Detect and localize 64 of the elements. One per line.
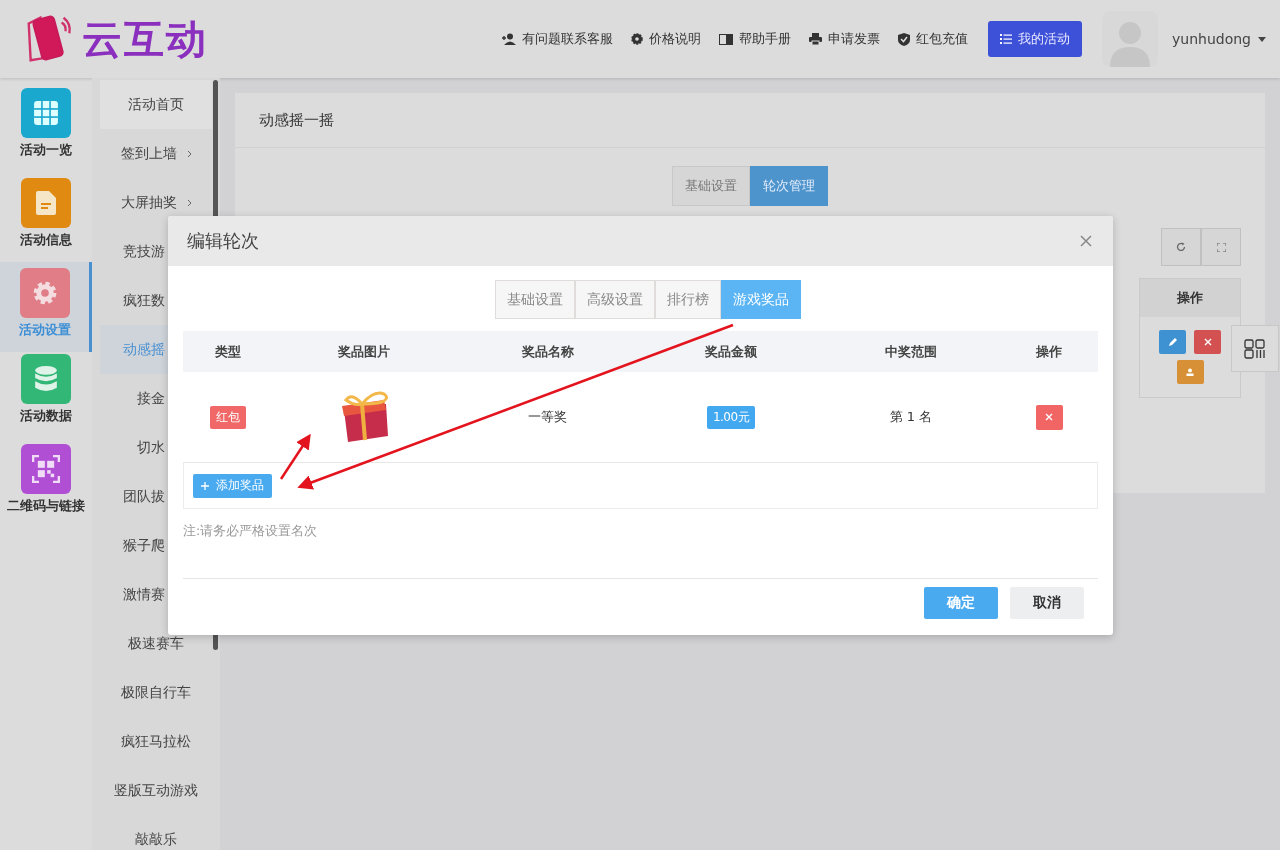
submenu-item[interactable]: 签到上墙 (100, 129, 212, 178)
menu-icon (21, 354, 71, 404)
refresh-icon (1176, 242, 1186, 252)
column-header: 操作 (1140, 279, 1240, 317)
delete-button[interactable] (1194, 330, 1221, 354)
chevron-icon (186, 149, 192, 158)
my-activities-button[interactable]: 我的活动 (988, 21, 1082, 57)
cancel-button[interactable]: 取消 (1010, 587, 1084, 619)
user-button[interactable] (1176, 360, 1204, 384)
submenu-item[interactable]: 活动首页 (100, 80, 212, 129)
close-icon (1045, 413, 1053, 421)
pencil-icon (1167, 337, 1178, 347)
shield-icon (898, 32, 910, 46)
dialog-title: 编辑轮次 (187, 229, 259, 253)
user-icon (1186, 368, 1194, 376)
note-text: 注:请务必严格设置名次 (183, 523, 1098, 579)
submenu-item[interactable]: 大屏抽奖 (100, 178, 212, 227)
user-plus-icon (502, 33, 516, 45)
nav-link[interactable]: 有问题联系客服 (502, 30, 613, 48)
column-header: 操作 (1035, 342, 1063, 361)
table-cell-text: 一等奖 (527, 408, 568, 426)
submenu-item[interactable]: 敲敲乐 (100, 815, 212, 850)
nav-link[interactable]: 帮助手册 (719, 30, 791, 48)
chevron-icon (186, 198, 192, 207)
amount-tag: 1.00元 (706, 405, 756, 429)
edit-button[interactable] (1159, 330, 1186, 354)
menu-icon (21, 88, 71, 138)
fullscreen-icon (1216, 242, 1226, 252)
column-header: 奖品金额 (704, 342, 758, 361)
user-menu[interactable]: yunhudong (1172, 31, 1266, 47)
submenu-item[interactable]: 疯狂马拉松 (100, 717, 212, 766)
main-menu-item[interactable]: 活动数据 (0, 352, 92, 442)
main-menu-item[interactable]: 二维码与链接 (0, 442, 92, 532)
column-header: 奖品名称 (520, 342, 575, 361)
menu-icon (21, 178, 71, 228)
delete-button[interactable] (1035, 404, 1063, 430)
menu-icon (21, 444, 71, 494)
caret-icon (1258, 36, 1266, 42)
gear-icon (631, 33, 643, 45)
submenu-item[interactable]: 极限自行车 (100, 668, 212, 717)
submenu-item[interactable]: 极速赛车 (100, 619, 212, 668)
nav-link[interactable]: 价格说明 (631, 30, 701, 48)
page-title: 动感摇一摇 (235, 93, 1265, 148)
type-tag: 红包 (210, 405, 246, 429)
close-icon (1080, 235, 1092, 247)
submenu-item[interactable]: 竖版互动游戏 (100, 766, 212, 815)
printer-icon (809, 33, 822, 45)
column-header: 类型 (214, 342, 242, 361)
close-button[interactable] (1078, 233, 1094, 249)
brand-name: 云互动 (82, 14, 208, 64)
menu-icon (19, 268, 70, 318)
book-icon (719, 33, 733, 45)
close-icon (1203, 338, 1212, 346)
main-menu-item[interactable]: 活动一览 (0, 86, 92, 176)
list-icon (1000, 34, 1012, 44)
nav-link[interactable]: 申请发票 (809, 30, 880, 48)
refresh-button[interactable] (1161, 228, 1201, 266)
plus-icon (201, 481, 209, 490)
column-header: 中奖范围 (884, 342, 938, 361)
nav-link[interactable]: 红包充值 (898, 30, 968, 48)
column-header: 奖品图片 (337, 342, 391, 361)
table-cell-text: 第 1 名 (888, 408, 934, 426)
qr-toggle-button[interactable] (1231, 325, 1279, 372)
grid-icon (1244, 338, 1266, 359)
